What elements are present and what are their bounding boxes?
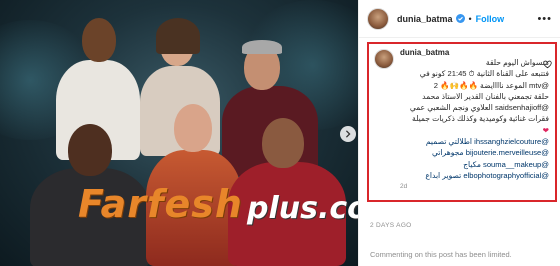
caption-line: حلقة تجمعني بالفنان القدير الاستاذ محمد [422, 91, 549, 101]
caption-line: متسواش اليوم حلقة [485, 58, 549, 67]
comments-limited-notice: Commenting on this post has been limited… [370, 250, 512, 259]
next-image-button[interactable] [340, 126, 356, 142]
watermark-sub: plus.com [246, 191, 358, 226]
caption-mention-line[interactable]: @bijouterie.merveilleuse مجوهراتي [400, 147, 549, 158]
caption-mention-line[interactable]: @ihssanghzielcouture اطلالتي تصميم [400, 136, 549, 147]
caption-mention-line[interactable]: @souma__makeup مكياج [400, 159, 549, 170]
chevron-right-icon [345, 130, 351, 138]
caption-line: @mtv الموعد ناااايضة 🔥🔥🙌🔥 2 [433, 80, 549, 90]
watermark-main: Farfesh [78, 182, 243, 226]
verified-badge-icon [455, 14, 465, 23]
more-options-icon[interactable]: ••• [537, 13, 552, 25]
caption-line: ❤ [542, 125, 549, 135]
caption-highlight-box: dunia_batma متسواش اليوم حلقة فتتبعه على… [367, 42, 557, 202]
post-photo[interactable]: Farfesh plus.com [0, 0, 358, 266]
caption-username[interactable]: dunia_batma [400, 48, 549, 57]
caption-mention-line[interactable]: @elbophotographyofficial تصوير ابداع [400, 170, 549, 181]
heart-outline-icon[interactable] [543, 60, 552, 69]
post-username[interactable]: dunia_batma [397, 14, 453, 24]
caption-avatar[interactable] [374, 49, 394, 69]
caption-line: @saidsenhajioff العلاوي ونجم الشعبي عمي [409, 103, 549, 113]
post-date: 2 DAYS AGO [370, 222, 412, 229]
avatar[interactable] [367, 7, 389, 30]
caption-line: فقرات غنائية وكوميدية وكذلك ذكريات جميلة [412, 114, 549, 124]
separator-dot: • [468, 13, 472, 24]
watermark-logo: Farfesh plus.com [78, 182, 358, 226]
caption-timestamp: 2d [400, 183, 408, 191]
follow-button[interactable]: Follow [476, 14, 505, 24]
caption-line: فتتبعه على القناة الثانية ⏱ 21:45 كونو ف… [419, 69, 549, 79]
post-header: dunia_batma • Follow ••• [359, 0, 560, 38]
caption-body: dunia_batma متسواش اليوم حلقة فتتبعه على… [400, 48, 549, 190]
